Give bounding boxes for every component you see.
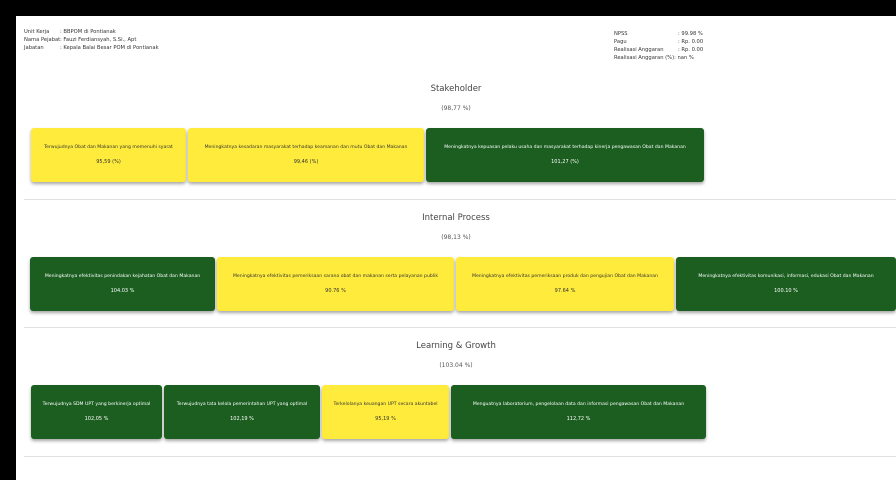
objective-text: Meningkatnya kesadaran masyarakat terhad… <box>204 145 408 150</box>
objective-text: Terwujudnya SDM UPT yang berkinerja opti… <box>42 402 151 407</box>
section-title-internal-process: Internal Process <box>422 213 490 223</box>
info-value: : BBPOM di Pontianak <box>60 29 116 35</box>
info-row-realisasi-pct: Realisasi Anggaran (%): nan % <box>614 54 703 62</box>
section-title-stakeholder: Stakeholder <box>430 84 482 94</box>
info-label: Realisasi Anggaran (%) <box>614 55 675 61</box>
objective-text: Terkelolanya keuangan UPT secara akuntab… <box>333 402 438 407</box>
info-value: : Fauzi Ferdiansyah, S.Si., Apt <box>60 37 137 43</box>
objective-text: Meningkatnya efektivitas komunikasi, inf… <box>698 274 874 279</box>
objective-value: 99,46 (%) <box>293 159 319 165</box>
info-label: NPSS <box>614 31 628 37</box>
objective-card[interactable]: Terkelolanya keuangan UPT secara akuntab… <box>322 385 449 439</box>
info-label: Unit Kerja <box>24 29 50 35</box>
objective-card[interactable]: Meningkatnya kepuasan pelaku usaha dan m… <box>426 128 704 182</box>
info-label: Nama Pejabat <box>24 37 61 43</box>
info-row-npss: NPSS : 99.98 % <box>614 30 703 38</box>
info-label: Realisasi Anggaran <box>614 47 664 53</box>
info-row-official: Nama Pejabat: Fauzi Ferdiansyah, S.Si., … <box>24 36 159 44</box>
objective-card[interactable]: Meningkatnya efektivitas pemeriksaan pro… <box>456 257 674 311</box>
objective-card[interactable]: Terwujudnya tata kelola pemerintahan UPT… <box>164 385 320 439</box>
objective-value: 112,72 % <box>566 416 591 422</box>
objective-text: Meningkatnya efektivitas pemeriksaan sar… <box>232 274 439 279</box>
objective-value: 102,05 % <box>84 416 109 422</box>
info-label: Pagu <box>614 39 627 45</box>
objective-text: Meningkatnya kepuasan pelaku usaha dan m… <box>444 145 686 150</box>
objective-text: Terwujudnya Obat dan Makanan yang memenu… <box>44 145 173 150</box>
info-value: : nan % <box>674 55 694 61</box>
objective-text: Meningkatnya efektivitas penindakan keja… <box>44 274 201 279</box>
objective-value: 100.10 % <box>774 288 798 294</box>
objective-card[interactable]: Meningkatnya efektivitas pemeriksaan sar… <box>217 257 454 311</box>
info-value: : Rp. 0.00 <box>678 47 704 53</box>
objective-card[interactable]: Terwujudnya Obat dan Makanan yang memenu… <box>31 128 186 182</box>
objective-card[interactable]: Menguatnya laboratorium, pengelolaan dat… <box>451 385 706 439</box>
info-value: : Kepala Balai Besar POM di Pontianak <box>60 45 159 51</box>
objective-text: Meningkatnya efektivitas pemeriksaan pro… <box>472 274 658 279</box>
info-value: : 99.98 % <box>678 31 703 37</box>
section-divider <box>24 199 896 200</box>
info-row-unit: Unit Kerja : BBPOM di Pontianak <box>24 28 159 36</box>
objective-value: 104.03 % <box>110 288 135 294</box>
objective-card[interactable]: Meningkatnya kesadaran masyarakat terhad… <box>188 128 424 182</box>
dashboard-panel: Unit Kerja : BBPOM di Pontianak Nama Peja… <box>16 16 896 480</box>
objective-text: Menguatnya laboratorium, pengelolaan dat… <box>472 402 685 407</box>
info-value: : Rp. 0.00 <box>678 39 704 45</box>
section-pct-internal-process: (98,13 %) <box>441 234 471 241</box>
objective-value: 102,19 % <box>230 416 254 422</box>
info-row-pagu: Pagu : Rp. 0.00 <box>614 38 703 46</box>
objective-text: Terwujudnya tata kelola pemerintahan UPT… <box>176 402 308 407</box>
unit-info: Unit Kerja : BBPOM di Pontianak Nama Peja… <box>24 28 159 52</box>
budget-info: NPSS : 99.98 % Pagu : Rp. 0.00 Realisasi A… <box>614 30 703 62</box>
section-pct-stakeholder: (98,77 %) <box>441 105 471 112</box>
objective-card[interactable]: Meningkatnya efektivitas penindakan keja… <box>30 257 215 311</box>
objective-value: 95,19 % <box>375 416 396 422</box>
info-label: Jabatan <box>24 45 44 51</box>
section-divider <box>24 456 896 457</box>
section-title-learning-growth: Learning & Growth <box>416 341 496 351</box>
section-divider <box>24 327 896 328</box>
objective-card[interactable]: Terwujudnya SDM UPT yang berkinerja opti… <box>31 385 162 439</box>
objective-value: 95,59 (%) <box>96 159 121 165</box>
objective-value: 97.64 % <box>554 288 576 294</box>
info-row-realisasi: Realisasi Anggaran : Rp. 0.00 <box>614 46 703 54</box>
info-row-position: Jabatan : Kepala Balai Besar POM di Ponti… <box>24 44 159 52</box>
objective-value: 101,27 (%) <box>551 159 579 165</box>
objective-card[interactable]: Meningkatnya efektivitas komunikasi, inf… <box>676 257 896 311</box>
section-pct-learning-growth: (103.04 %) <box>439 362 473 369</box>
objective-value: 90.76 % <box>325 288 346 294</box>
